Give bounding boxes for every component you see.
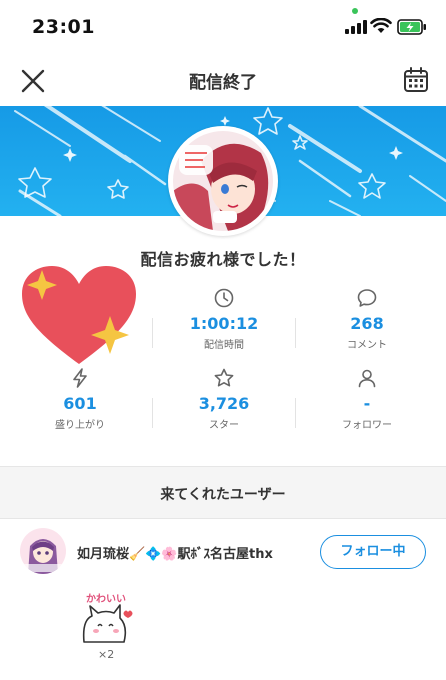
streamer-avatar-image — [173, 131, 273, 231]
heart-sticker-icon — [22, 266, 136, 364]
clock-icon — [214, 288, 234, 308]
comment-icon — [357, 289, 377, 307]
stat-label: 配信時間 — [204, 340, 244, 351]
section-title: 来てくれたユーザー — [160, 487, 286, 503]
user-name[interactable]: 如月琉桜🧹💠🌸駅ﾎﾞｽ名古屋thx — [77, 543, 273, 562]
stat-divider — [295, 318, 296, 348]
stat-label: フォロワー — [342, 420, 392, 431]
follow-button[interactable]: フォロー中 — [320, 535, 426, 569]
star-icon — [214, 368, 234, 387]
gift-sticker-text: かわいい — [86, 593, 126, 605]
gift-count: ×2 — [98, 648, 115, 661]
camera-indicator-dot — [352, 8, 358, 14]
lightning-icon — [73, 368, 87, 388]
stat-stream-time: 1:00:12 配信時間 — [154, 287, 294, 351]
status-time: 23:01 — [32, 16, 95, 38]
stat-value: 601 — [63, 394, 97, 413]
stat-value: 3,726 — [198, 394, 250, 413]
section-header: 来てくれたユーザー — [0, 467, 446, 519]
stat-divider — [152, 318, 153, 348]
stat-value: 1:00:12 — [189, 314, 259, 333]
user-avatar-image — [20, 528, 66, 574]
stat-label: スター — [209, 420, 239, 431]
stat-followers: - フォロワー — [297, 367, 437, 431]
stat-label: 盛り上がり — [55, 420, 105, 431]
streamer-avatar[interactable] — [173, 131, 273, 231]
stat-divider — [295, 398, 296, 428]
stat-value: 268 — [350, 314, 384, 333]
signal-icon — [345, 20, 367, 34]
nav-bar: 配信終了 — [0, 56, 446, 104]
page-title: 配信終了 — [189, 73, 257, 93]
status-bar: 23:01 — [0, 0, 446, 56]
battery-charging-icon — [397, 19, 426, 35]
calendar-icon[interactable] — [402, 66, 430, 94]
stat-divider — [152, 398, 153, 428]
wifi-icon — [370, 18, 392, 33]
stat-stars: 3,726 スター — [154, 367, 294, 431]
avatar[interactable] — [20, 528, 66, 574]
person-icon — [358, 369, 376, 388]
stat-label: コメント — [347, 340, 387, 351]
stat-value: - — [363, 394, 371, 413]
stat-comments: 268 コメント — [297, 287, 437, 351]
stat-excitement: 601 盛り上がり — [10, 367, 150, 431]
gift-sticker-cat-icon: かわいい — [82, 593, 133, 643]
